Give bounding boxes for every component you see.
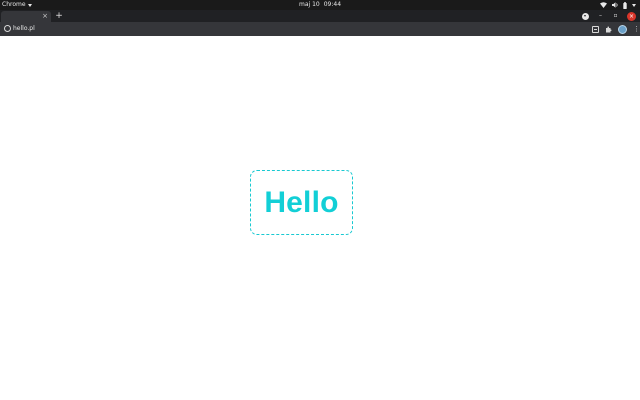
clock-date: maj 10 (298, 1, 320, 8)
tab-hello[interactable]: × (1, 11, 51, 22)
minimize-button[interactable]: – (597, 10, 604, 22)
tab-close-icon[interactable]: × (42, 11, 48, 22)
site-info-icon[interactable] (4, 25, 11, 32)
page-viewport: Hello (0, 36, 640, 400)
toolbar-actions: ⋮ (592, 22, 640, 36)
profile-avatar[interactable] (618, 24, 627, 34)
browser-toolbar: hello.pl ⋮ (0, 22, 640, 36)
system-tray[interactable] (600, 0, 636, 10)
clock[interactable]: maj 10 09:44 (0, 0, 640, 10)
new-tab-button[interactable]: + (55, 10, 63, 22)
menu-icon[interactable]: ⋮ (633, 22, 640, 36)
battery-icon (623, 1, 627, 9)
address-bar[interactable]: hello.pl (13, 22, 35, 36)
extensions-icon[interactable] (605, 25, 612, 33)
hello-heading: Hello (264, 185, 339, 219)
volume-icon (612, 2, 618, 8)
maximize-button[interactable]: ▫ (612, 10, 619, 22)
reader-mode-icon[interactable] (592, 25, 599, 33)
close-window-button[interactable]: × (627, 11, 636, 21)
tab-search-icon[interactable] (582, 12, 589, 20)
clock-time: 09:44 (323, 1, 342, 8)
tab-strip: × (0, 10, 640, 22)
system-top-bar: Chrome maj 10 09:44 (0, 0, 640, 10)
tray-chevron-down-icon (632, 3, 636, 7)
window-controls: – ▫ × (582, 10, 636, 22)
hello-card: Hello (250, 170, 353, 235)
wifi-icon (600, 2, 607, 8)
